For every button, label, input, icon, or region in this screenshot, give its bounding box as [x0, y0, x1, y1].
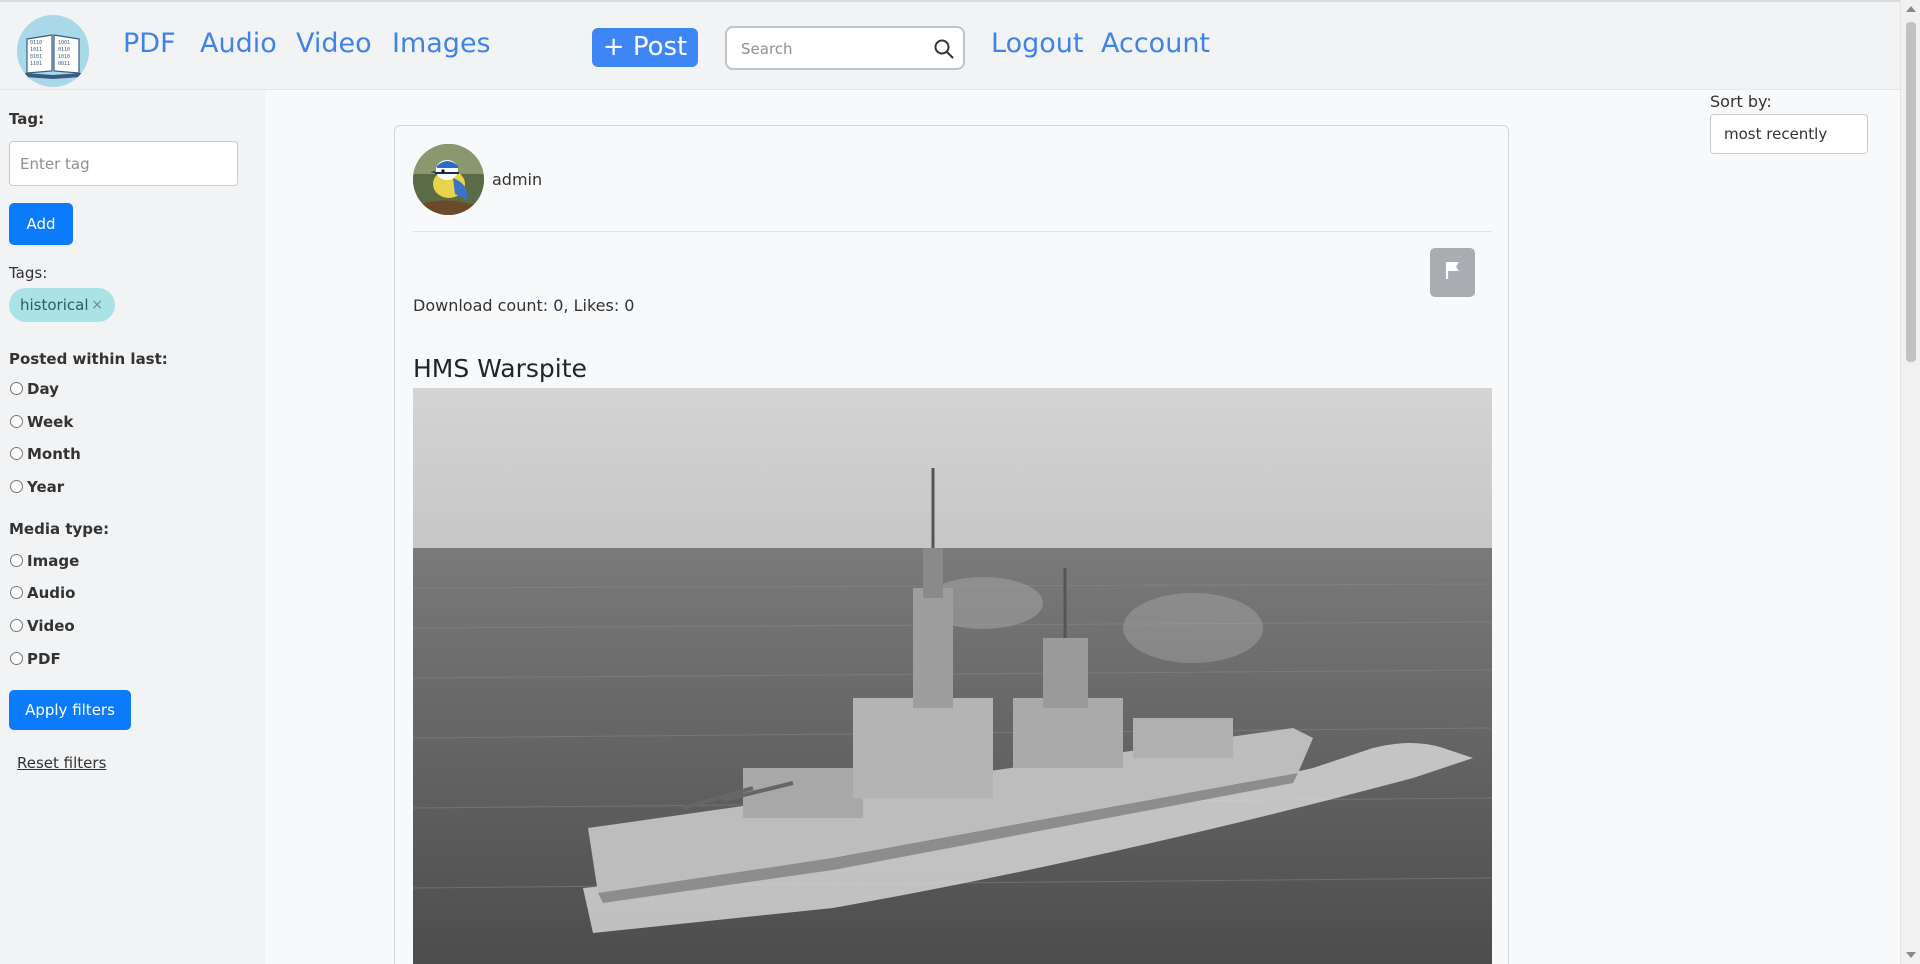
- svg-text:1101: 1101: [30, 61, 42, 67]
- divider: [413, 231, 1492, 232]
- search-box: [725, 26, 965, 70]
- tags-label: Tags:: [9, 264, 48, 282]
- radio-label-audio: Audio: [27, 584, 76, 602]
- tag-chip-label: historical: [20, 296, 89, 314]
- site-logo[interactable]: 0110 1011 0101 1101 1001 0110 1010 0011: [17, 15, 89, 87]
- post-card: admin Download count: 0, Likes: 0 HMS Wa…: [394, 125, 1509, 964]
- flag-icon: [1445, 262, 1459, 279]
- account-link[interactable]: Account: [1101, 28, 1210, 59]
- logout-link[interactable]: Logout: [991, 28, 1083, 59]
- avatar[interactable]: [413, 144, 484, 215]
- scroll-down-arrow-icon[interactable]: [1906, 952, 1916, 958]
- book-logo-icon: 0110101101011101 1001011010100011: [17, 15, 89, 87]
- sort-select[interactable]: most recently: [1710, 114, 1868, 154]
- radio-button[interactable]: [10, 554, 23, 567]
- radio-label-year: Year: [27, 478, 65, 496]
- radio-label-week: Week: [27, 413, 74, 431]
- post-title: HMS Warspite: [413, 354, 587, 383]
- tag-input-wrapper: [9, 141, 238, 186]
- bird-avatar-icon: [413, 144, 484, 215]
- post-image[interactable]: [413, 388, 1492, 964]
- svg-text:1001: 1001: [58, 40, 70, 46]
- tag-label: Tag:: [9, 110, 45, 128]
- svg-text:0101: 0101: [30, 54, 42, 60]
- tag-input[interactable]: [10, 142, 237, 185]
- posted-within-label: Posted within last:: [9, 350, 168, 368]
- post-stats: Download count: 0, Likes: 0: [413, 296, 635, 315]
- reset-filters-link[interactable]: Reset filters: [17, 754, 106, 772]
- top-navbar: 0110 1011 0101 1101 1001 0110 1010 0011 PDF Au…: [0, 0, 1900, 90]
- svg-text:0110: 0110: [30, 40, 42, 46]
- radio-button[interactable]: [10, 619, 23, 632]
- page-scrollbar[interactable]: [1900, 0, 1920, 964]
- add-tag-button[interactable]: Add: [9, 203, 73, 245]
- warship-photo: [413, 388, 1492, 964]
- apply-filters-button[interactable]: Apply filters: [9, 690, 131, 730]
- svg-text:1011: 1011: [30, 47, 42, 53]
- radio-button[interactable]: [10, 652, 23, 665]
- radio-label-month: Month: [27, 445, 81, 463]
- radio-button[interactable]: [10, 586, 23, 599]
- nav-link-video[interactable]: Video: [296, 28, 372, 59]
- radio-button[interactable]: [10, 382, 23, 395]
- nav-link-audio[interactable]: Audio: [200, 28, 277, 59]
- scroll-up-arrow-icon[interactable]: [1906, 6, 1916, 12]
- search-icon[interactable]: [933, 38, 955, 60]
- radio-button[interactable]: [10, 480, 23, 493]
- new-post-button[interactable]: + Post: [592, 28, 698, 67]
- remove-tag-icon[interactable]: ×: [91, 288, 103, 322]
- filter-sidebar: Tag: Add Tags: historical × Posted withi…: [0, 90, 265, 964]
- search-input[interactable]: [741, 36, 921, 62]
- nav-link-pdf[interactable]: PDF: [123, 28, 176, 59]
- svg-text:0110: 0110: [58, 47, 70, 53]
- sort-label: Sort by:: [1710, 92, 1772, 111]
- radio-label-video: Video: [27, 617, 75, 635]
- radio-label-image: Image: [27, 552, 80, 570]
- radio-button[interactable]: [10, 415, 23, 428]
- post-author[interactable]: admin: [492, 170, 542, 189]
- radio-label-pdf: PDF: [27, 650, 61, 668]
- svg-text:1010: 1010: [58, 54, 70, 60]
- report-flag-button[interactable]: [1430, 248, 1475, 297]
- media-type-label: Media type:: [9, 520, 110, 538]
- nav-link-images[interactable]: Images: [392, 28, 491, 59]
- scroll-thumb[interactable]: [1906, 22, 1916, 362]
- radio-label-day: Day: [27, 380, 59, 398]
- radio-button[interactable]: [10, 447, 23, 460]
- svg-text:0011: 0011: [58, 61, 70, 67]
- tag-chip-historical: historical ×: [9, 288, 115, 322]
